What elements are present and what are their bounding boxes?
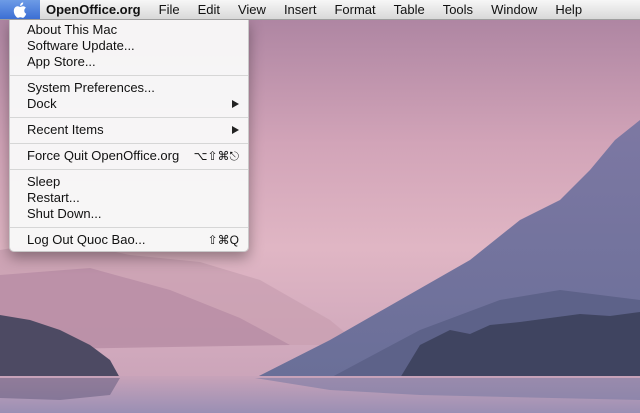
menu-item-label: Shut Down... [27,206,102,221]
menu-item-label: Recent Items [27,122,104,137]
menu-item-label: About This Mac [27,22,118,37]
menu-table[interactable]: Table [385,0,434,19]
submenu-arrow-icon [232,100,239,108]
apple-menu-button[interactable] [0,0,40,19]
menu-file[interactable]: File [150,0,189,19]
menu-item-label: Force Quit OpenOffice.org [27,148,180,163]
menu-item-label: App Store... [27,54,96,69]
menu-view[interactable]: View [229,0,275,19]
apple-dropdown-menu: About This Mac Software Update... App St… [9,19,249,252]
menu-item-label: Software Update... [27,38,135,53]
menu-item-restart[interactable]: Restart... [10,190,248,206]
menu-insert[interactable]: Insert [275,0,326,19]
menu-item-label: Dock [27,96,57,111]
menu-item-label: Sleep [27,174,61,189]
menu-item-app-store[interactable]: App Store... [10,54,248,70]
app-menu-openoffice[interactable]: OpenOffice.org [40,0,150,19]
menu-item-label: System Preferences... [27,80,155,95]
menu-bar: OpenOffice.org File Edit View Insert For… [0,0,640,20]
menu-separator [10,117,248,118]
menu-item-system-preferences[interactable]: System Preferences... [10,80,248,96]
menu-separator [10,143,248,144]
menu-item-force-quit[interactable]: Force Quit OpenOffice.org ⌥⇧⌘⎋ [10,148,248,164]
menu-edit[interactable]: Edit [189,0,229,19]
keyboard-shortcut: ⌥⇧⌘⎋ [193,149,239,163]
menu-tools[interactable]: Tools [434,0,482,19]
menu-help[interactable]: Help [546,0,591,19]
apple-icon [13,1,27,18]
menu-window[interactable]: Window [482,0,546,19]
menu-item-shut-down[interactable]: Shut Down... [10,206,248,222]
menu-format[interactable]: Format [325,0,384,19]
menu-separator [10,227,248,228]
keyboard-shortcut: ⇧⌘Q [207,233,239,247]
menu-item-label: Restart... [27,190,80,205]
menu-item-software-update[interactable]: Software Update... [10,38,248,54]
menu-separator [10,75,248,76]
menu-item-log-out[interactable]: Log Out Quoc Bao... ⇧⌘Q [10,232,248,248]
submenu-arrow-icon [232,126,239,134]
menu-separator [10,169,248,170]
menu-item-dock[interactable]: Dock [10,96,248,112]
menu-item-about-this-mac[interactable]: About This Mac [10,22,248,38]
menu-item-recent-items[interactable]: Recent Items [10,122,248,138]
menu-item-label: Log Out Quoc Bao... [27,232,146,247]
menu-item-sleep[interactable]: Sleep [10,174,248,190]
